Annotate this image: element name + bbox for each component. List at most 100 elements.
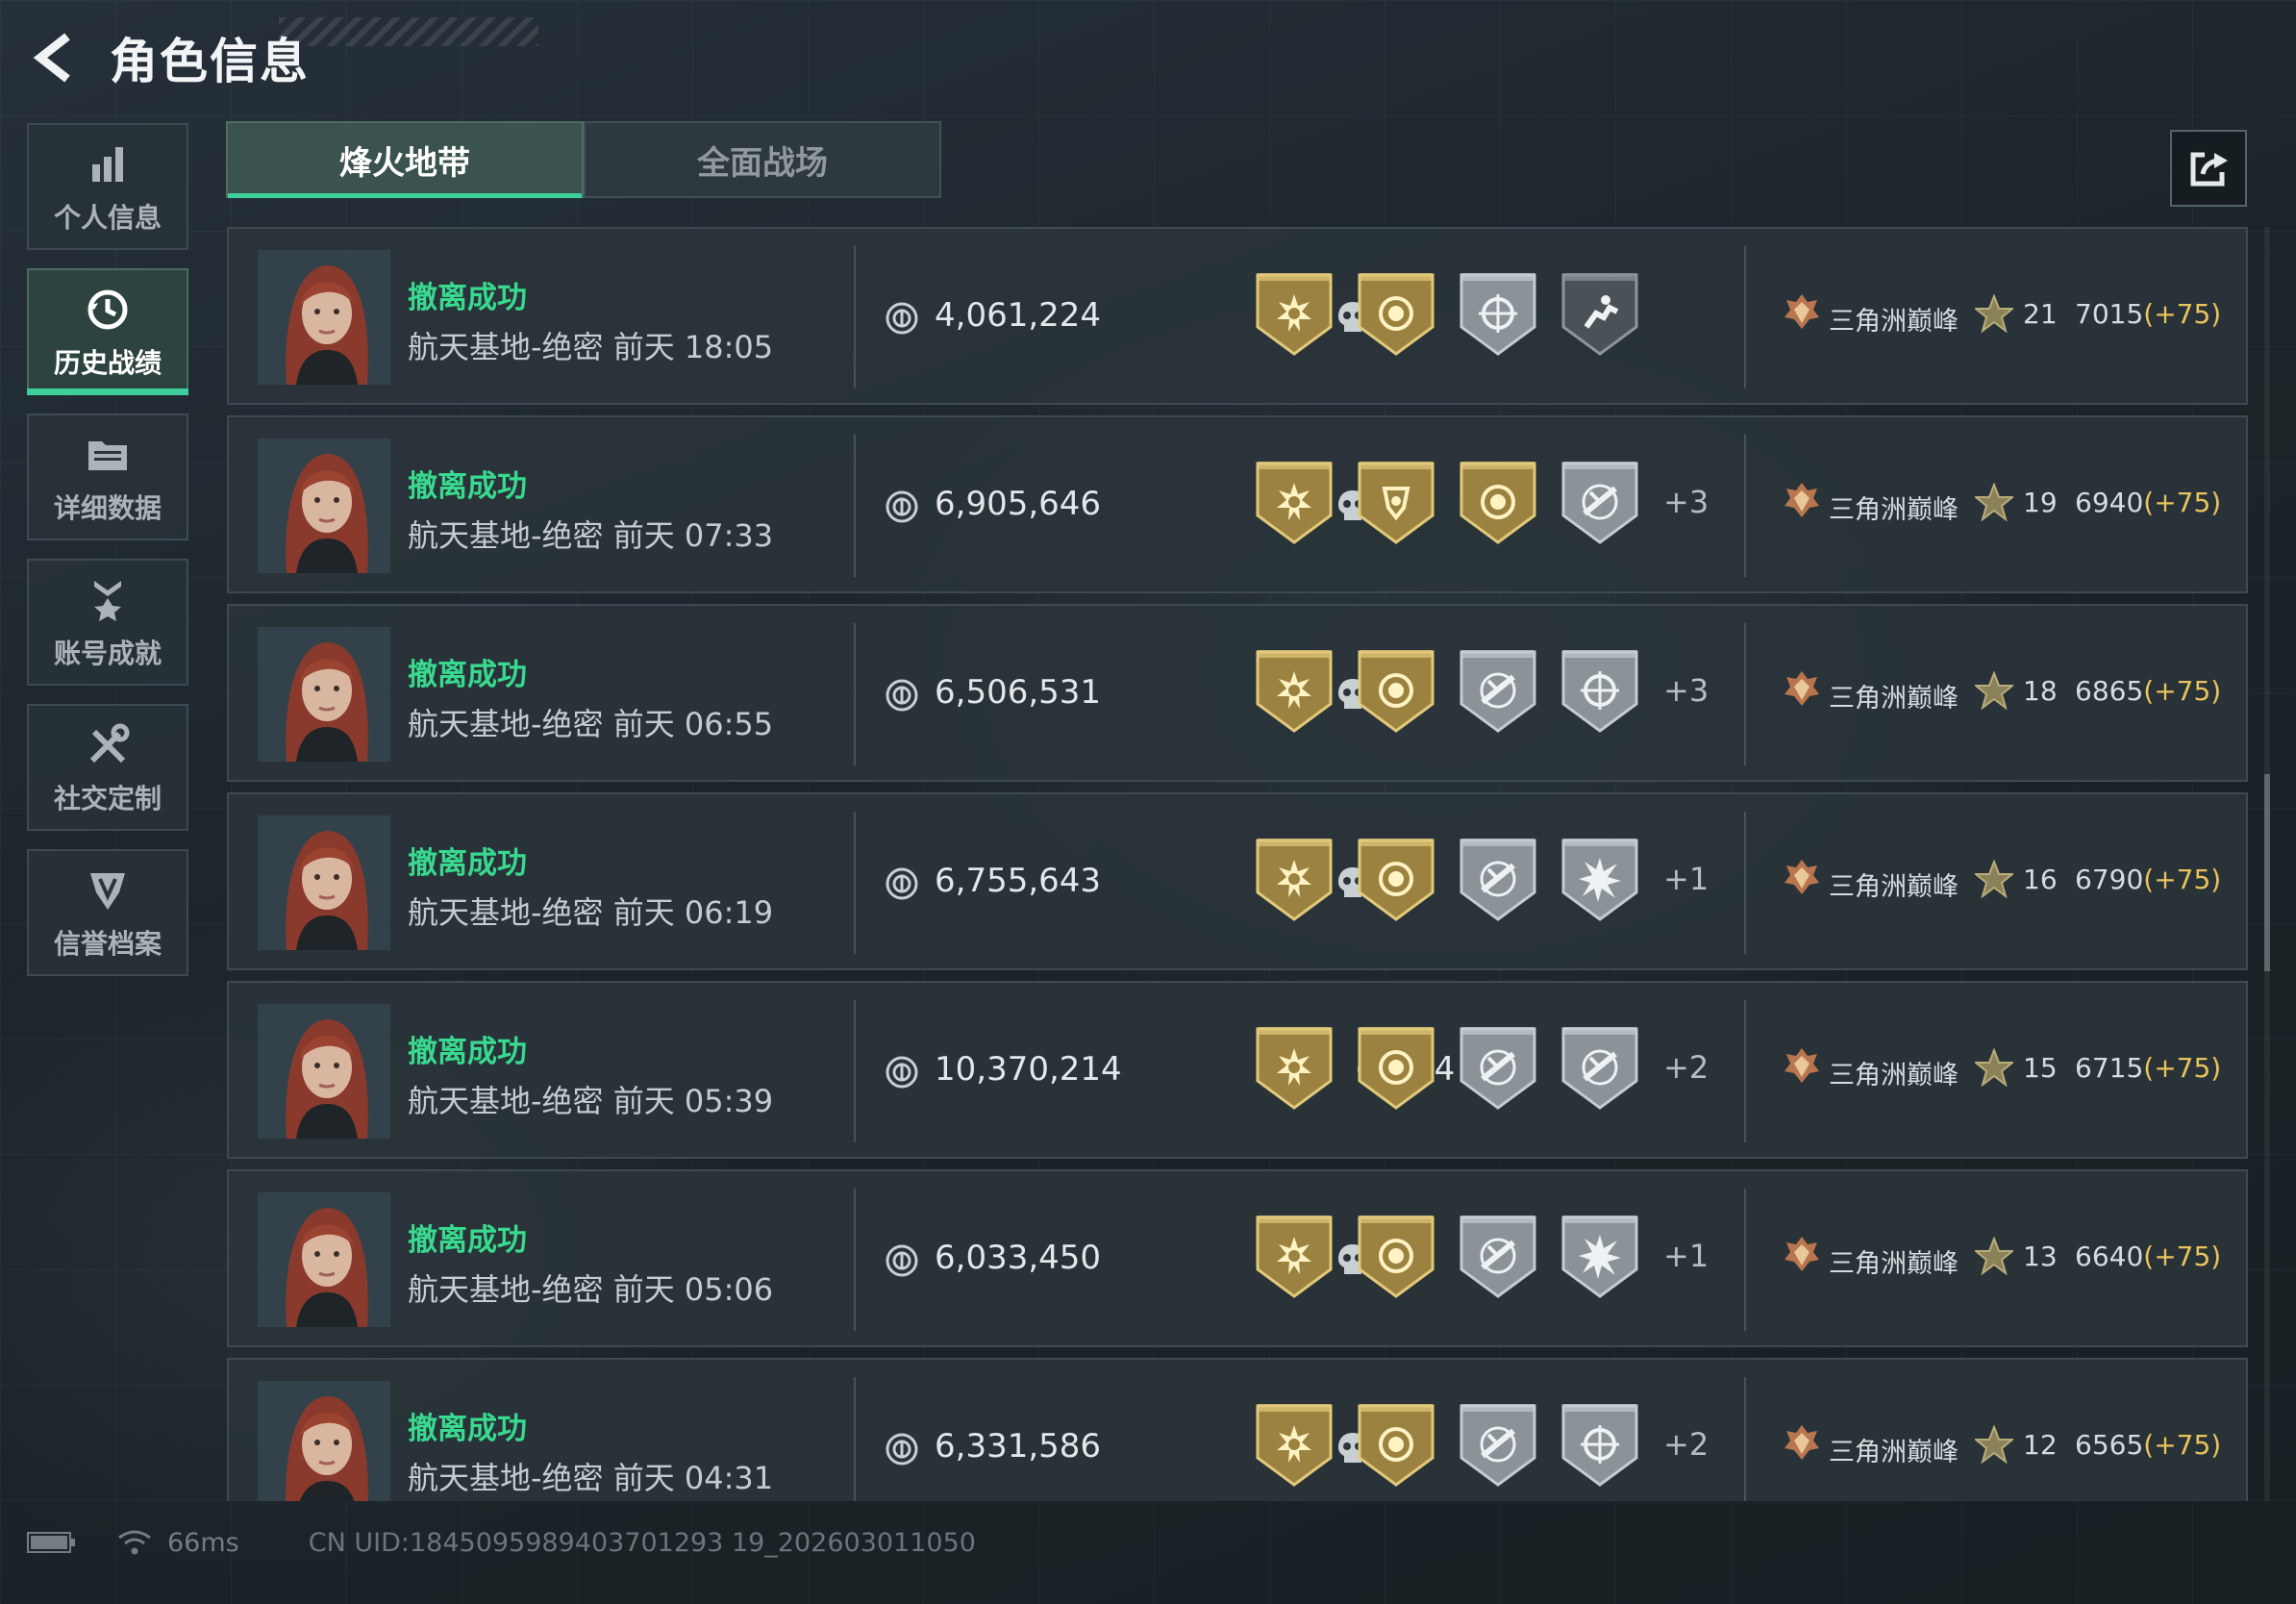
loot-value: 6,033,450 <box>935 1239 1102 1277</box>
rank-name: 三角洲巅峰 <box>1829 495 1959 525</box>
gold-sun-badge-icon[interactable] <box>1254 1400 1335 1489</box>
extraction-status: 撤离成功 <box>408 1035 527 1069</box>
silver-rifle-badge-icon[interactable] <box>1458 835 1538 923</box>
match-meta: 航天基地-绝密 前天 04:31 <box>408 1454 773 1498</box>
match-record-row[interactable]: 撤离成功航天基地-绝密 前天 05:066,033,45013+1三角洲巅峰13… <box>227 1169 2248 1347</box>
gold-sun-badge-icon[interactable] <box>1254 458 1335 546</box>
gold-coin-badge-icon[interactable] <box>1356 1400 1436 1489</box>
gold-coin-badge-icon[interactable] <box>1356 646 1436 735</box>
gold-sun-badge-icon[interactable] <box>1254 269 1335 358</box>
silver-rifle-badge-icon[interactable] <box>1458 1400 1538 1489</box>
match-time: 前天 05:06 <box>612 1271 774 1308</box>
silver-rifle-badge-icon[interactable] <box>1458 646 1538 735</box>
match-record-row[interactable]: 撤离成功航天基地-绝密 前天 04:316,331,58613+2三角洲巅峰12… <box>227 1358 2248 1501</box>
silver-rifle-badge-icon[interactable] <box>1458 1212 1538 1300</box>
gold-sun-badge-icon[interactable] <box>1254 1023 1335 1112</box>
match-record-row[interactable]: 撤离成功航天基地-绝密 前天 18:054,061,22413三角洲巅峰2170… <box>227 227 2248 405</box>
match-record-row[interactable]: 撤离成功航天基地-绝密 前天 07:336,905,64612+3三角洲巅峰19… <box>227 415 2248 593</box>
map-name: 航天基地-绝密 <box>408 1460 604 1496</box>
back-button[interactable] <box>27 27 81 88</box>
divider <box>854 812 856 954</box>
match-time: 前天 18:05 <box>612 329 774 365</box>
score-value: 7015 <box>2075 298 2144 330</box>
match-meta: 航天基地-绝密 前天 18:05 <box>408 323 773 367</box>
tools-icon <box>85 718 131 772</box>
extraction-status: 撤离成功 <box>408 846 527 881</box>
currency-icon <box>886 867 918 900</box>
silver-rifle-badge-icon[interactable] <box>1560 458 1640 546</box>
operator-avatar <box>258 627 390 762</box>
silver-burst-badge-icon[interactable] <box>1560 1212 1640 1300</box>
gold-coin-badge-icon[interactable] <box>1458 458 1538 546</box>
rank-score: 6790(+75) <box>2075 864 2221 895</box>
sidebar-item-social-custom[interactable]: 社交定制 <box>27 704 188 831</box>
gold-sun-badge-icon[interactable] <box>1254 646 1335 735</box>
extra-badge-count[interactable]: +2 <box>1663 1426 1709 1463</box>
rank-score: 6640(+75) <box>2075 1241 2221 1272</box>
gold-coin-badge-icon[interactable] <box>1356 269 1436 358</box>
sidebar-item-reputation[interactable]: 信誉档案 <box>27 849 188 976</box>
sidebar-item-label: 历史战绩 <box>53 347 162 379</box>
loot-value: 4,061,224 <box>935 296 1102 335</box>
mode-tabs: 烽火地带 全面战场 <box>226 121 941 200</box>
gold-sun-badge-icon[interactable] <box>1254 835 1335 923</box>
silver-rifle-badge-icon[interactable] <box>1458 1023 1538 1112</box>
extra-badge-count[interactable]: +1 <box>1663 861 1709 897</box>
tab-full-battlefield[interactable]: 全面战场 <box>584 121 941 198</box>
silver-target-badge-icon[interactable] <box>1458 269 1538 358</box>
sidebar-item-match-history[interactable]: 历史战绩 <box>27 268 188 395</box>
silver-burst-badge-icon[interactable] <box>1560 835 1640 923</box>
divider <box>854 623 856 765</box>
score-gain: (+75) <box>2143 487 2222 518</box>
rank-score: 6865(+75) <box>2075 675 2221 707</box>
dark-running-badge-icon[interactable] <box>1560 269 1640 358</box>
match-history-list[interactable]: 撤离成功航天基地-绝密 前天 18:054,061,22413三角洲巅峰2170… <box>227 227 2248 1501</box>
extraction-status: 撤离成功 <box>408 469 527 504</box>
match-badges: +3 <box>1254 458 1709 546</box>
match-time: 前天 06:55 <box>612 706 774 742</box>
match-badges: +2 <box>1254 1400 1709 1489</box>
sidebar-item-label: 个人信息 <box>53 202 162 234</box>
match-record-row[interactable]: 撤离成功 航天基地-绝密 前天 05:39 10,370,214 14 +2 三角洲巅峰 1… <box>227 981 2248 1159</box>
share-icon <box>2190 152 2228 187</box>
star-icon <box>1975 294 2013 333</box>
reputation-shield-icon <box>87 864 129 917</box>
score-gain: (+75) <box>2143 675 2222 707</box>
match-record-row[interactable]: 撤离成功航天基地-绝密 前天 06:556,506,53116+3三角洲巅峰18… <box>227 604 2248 782</box>
currency-icon <box>886 1433 918 1466</box>
star-icon <box>1975 671 2013 710</box>
ping-value: 66ms <box>167 1527 239 1558</box>
sidebar-item-detailed-data[interactable]: 详细数据 <box>27 414 188 540</box>
gold-sun-badge-icon[interactable] <box>1254 1212 1335 1300</box>
title-decoration <box>279 17 538 46</box>
extra-badge-count[interactable]: +3 <box>1663 484 1709 520</box>
share-button[interactable] <box>2170 130 2247 207</box>
gold-coin-badge-icon[interactable] <box>1356 1023 1436 1112</box>
silver-rifle-badge-icon[interactable] <box>1560 1023 1640 1112</box>
star-level: 15 <box>2023 1052 2058 1084</box>
star-level: 12 <box>2023 1429 2058 1461</box>
scrollbar-thumb[interactable] <box>2264 774 2270 971</box>
gold-shield-badge-icon[interactable] <box>1356 458 1436 546</box>
gold-coin-badge-icon[interactable] <box>1356 835 1436 923</box>
silver-target-badge-icon[interactable] <box>1560 646 1640 735</box>
extraction-status: 撤离成功 <box>408 1223 527 1258</box>
loot-value: 6,506,531 <box>935 673 1102 712</box>
sidebar-item-personal-info[interactable]: 个人信息 <box>27 123 188 250</box>
star-icon <box>1975 1048 2013 1087</box>
extra-badge-count[interactable]: +3 <box>1663 672 1709 709</box>
user-uid: CN UID:1845095989403701293 19_2026030110… <box>308 1527 976 1558</box>
extra-badge-count[interactable]: +2 <box>1663 1049 1709 1086</box>
rank-name: 三角洲巅峰 <box>1829 684 1959 714</box>
divider <box>1744 1000 1746 1142</box>
extra-badge-count[interactable]: +1 <box>1663 1238 1709 1274</box>
match-badges: +3 <box>1254 646 1709 735</box>
match-time: 前天 07:33 <box>612 517 774 554</box>
gold-coin-badge-icon[interactable] <box>1356 1212 1436 1300</box>
sidebar-item-achievements[interactable]: 账号成就 <box>27 559 188 686</box>
tab-hazard-zone[interactable]: 烽火地带 <box>226 121 584 198</box>
score-gain: (+75) <box>2143 1241 2222 1272</box>
sidebar-item-label: 账号成就 <box>53 638 162 669</box>
match-record-row[interactable]: 撤离成功航天基地-绝密 前天 06:196,755,64312+1三角洲巅峰16… <box>227 792 2248 970</box>
silver-target-badge-icon[interactable] <box>1560 1400 1640 1489</box>
